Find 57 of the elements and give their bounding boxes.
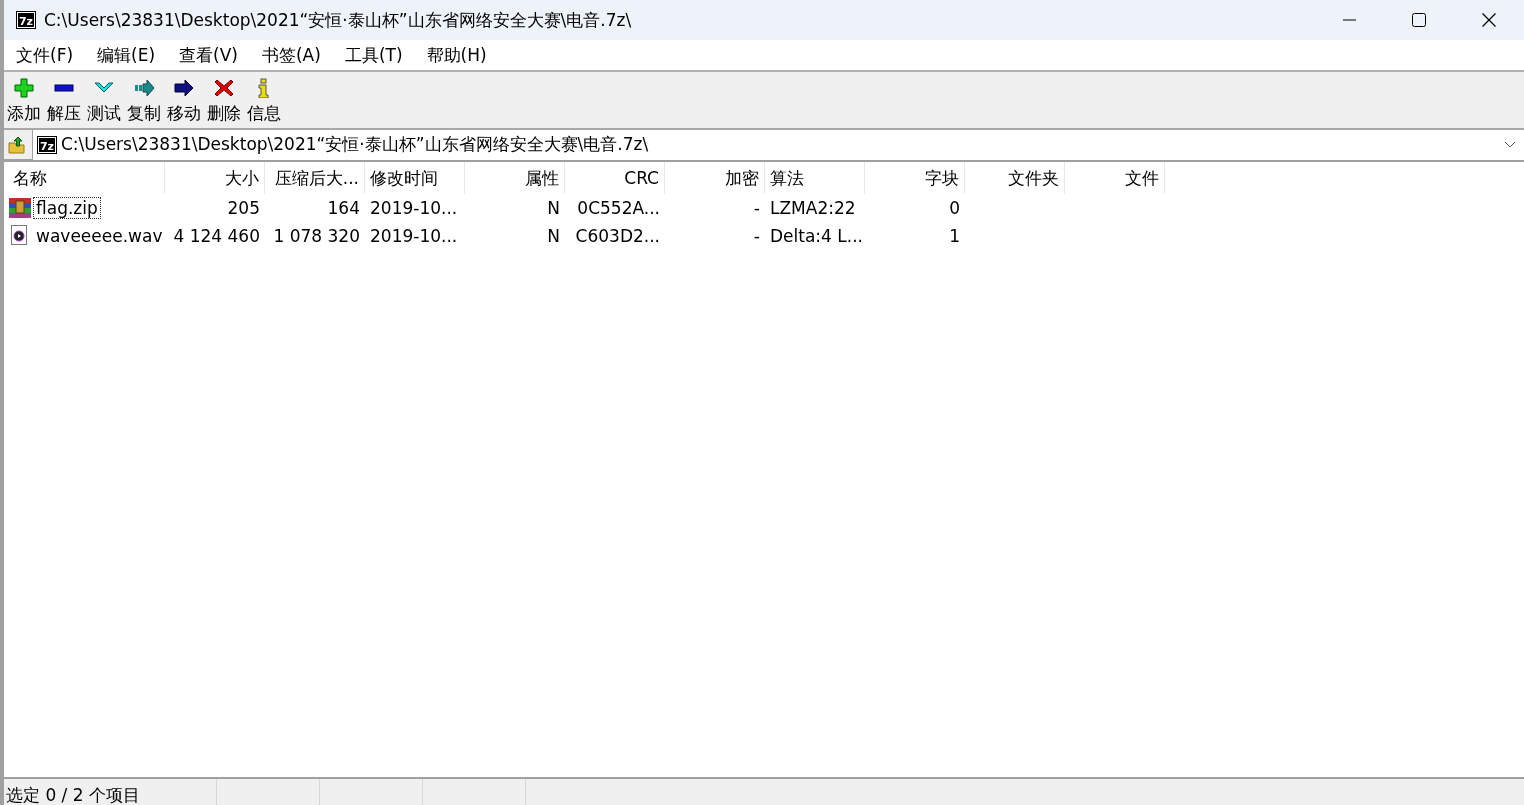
table-cell-text: - <box>752 198 761 218</box>
toolbar-button[interactable]: 添加 <box>5 78 43 124</box>
table-cell-text: 205 <box>226 198 261 218</box>
arrow-icon <box>174 78 194 98</box>
archive-logo-icon: 7z <box>37 135 57 154</box>
file-name[interactable]: waveeeee.wav <box>33 225 166 247</box>
column-header[interactable]: 名称 <box>8 162 165 194</box>
toolbar-button[interactable]: 删除 <box>205 78 243 124</box>
column-header[interactable]: 字块 <box>865 162 965 194</box>
table-cell-text: 4 124 460 <box>172 226 261 246</box>
table-cell-text: 1 078 320 <box>272 226 361 246</box>
table-cell-text: N <box>546 226 561 246</box>
column-header[interactable]: 属性 <box>465 162 565 194</box>
column-header[interactable]: 文件 <box>1065 162 1165 194</box>
window-title: C:\Users\23831\Desktop\2021“安恒·泰山杯”山东省网络安全大赛\电音.7z\ <box>44 8 633 32</box>
table-cell-text: C603D2... <box>574 226 661 246</box>
table-cell-text: 0C552A... <box>576 198 661 218</box>
table-cell-text: 2019-10... <box>369 226 459 246</box>
plus-icon <box>14 78 34 98</box>
table-cell-text: 164 <box>326 198 361 218</box>
column-header[interactable]: 文件夹 <box>965 162 1065 194</box>
column-header[interactable]: CRC <box>565 162 665 194</box>
column-header[interactable]: 算法 <box>765 162 865 194</box>
arrow-icon <box>134 78 154 98</box>
menu-item[interactable]: 查看(V) <box>173 43 248 67</box>
cross-icon <box>214 78 234 98</box>
menu-item[interactable]: 工具(T) <box>338 43 413 67</box>
app-logo-icon: 7z <box>16 11 36 29</box>
status-text: 选定 0 / 2 个项目 <box>4 779 217 805</box>
table-cell-text: 1 <box>948 226 961 246</box>
menu-item[interactable]: 帮助(H) <box>420 43 497 67</box>
table-cell-text: 2019-10... <box>369 198 459 218</box>
column-header[interactable]: 大小 <box>165 162 265 194</box>
table-cell-text: LZMA2:22 <box>769 198 857 218</box>
table-cell-text: 0 <box>948 198 961 218</box>
table-cell-text: N <box>546 198 561 218</box>
toolbar-button[interactable]: 解压 <box>45 78 83 124</box>
menu-item[interactable]: 书签(A) <box>255 43 331 67</box>
file-name[interactable]: flag.zip <box>33 197 101 219</box>
column-header[interactable]: 修改时间 <box>365 162 465 194</box>
archive-icon <box>9 197 31 219</box>
minimize-icon <box>1343 19 1356 21</box>
toolbar-button[interactable]: 复制 <box>125 78 163 124</box>
table-cell-text: - <box>752 226 761 246</box>
close-icon <box>1482 13 1496 27</box>
dropdown-caret-icon <box>1504 140 1516 149</box>
maximize-icon <box>1412 13 1426 27</box>
column-header[interactable]: 加密 <box>665 162 765 194</box>
menu-item[interactable]: 文件(F) <box>10 43 84 67</box>
column-header[interactable]: 压缩后大... <box>265 162 365 194</box>
folder-up-icon <box>8 135 26 154</box>
toolbar-button[interactable]: 测试 <box>85 78 123 124</box>
toolbar-button[interactable]: 移动 <box>165 78 203 124</box>
address-field[interactable]: 7z C:\Users\23831\Desktop\2021“安恒·泰山杯”山东省网络安全大赛\电音.7z\ <box>32 129 1524 160</box>
menu-item[interactable]: 编辑(E) <box>91 43 166 67</box>
toolbar-button[interactable]: 信息 <box>245 78 283 124</box>
table-cell-text: Delta:4 L... <box>769 226 864 246</box>
